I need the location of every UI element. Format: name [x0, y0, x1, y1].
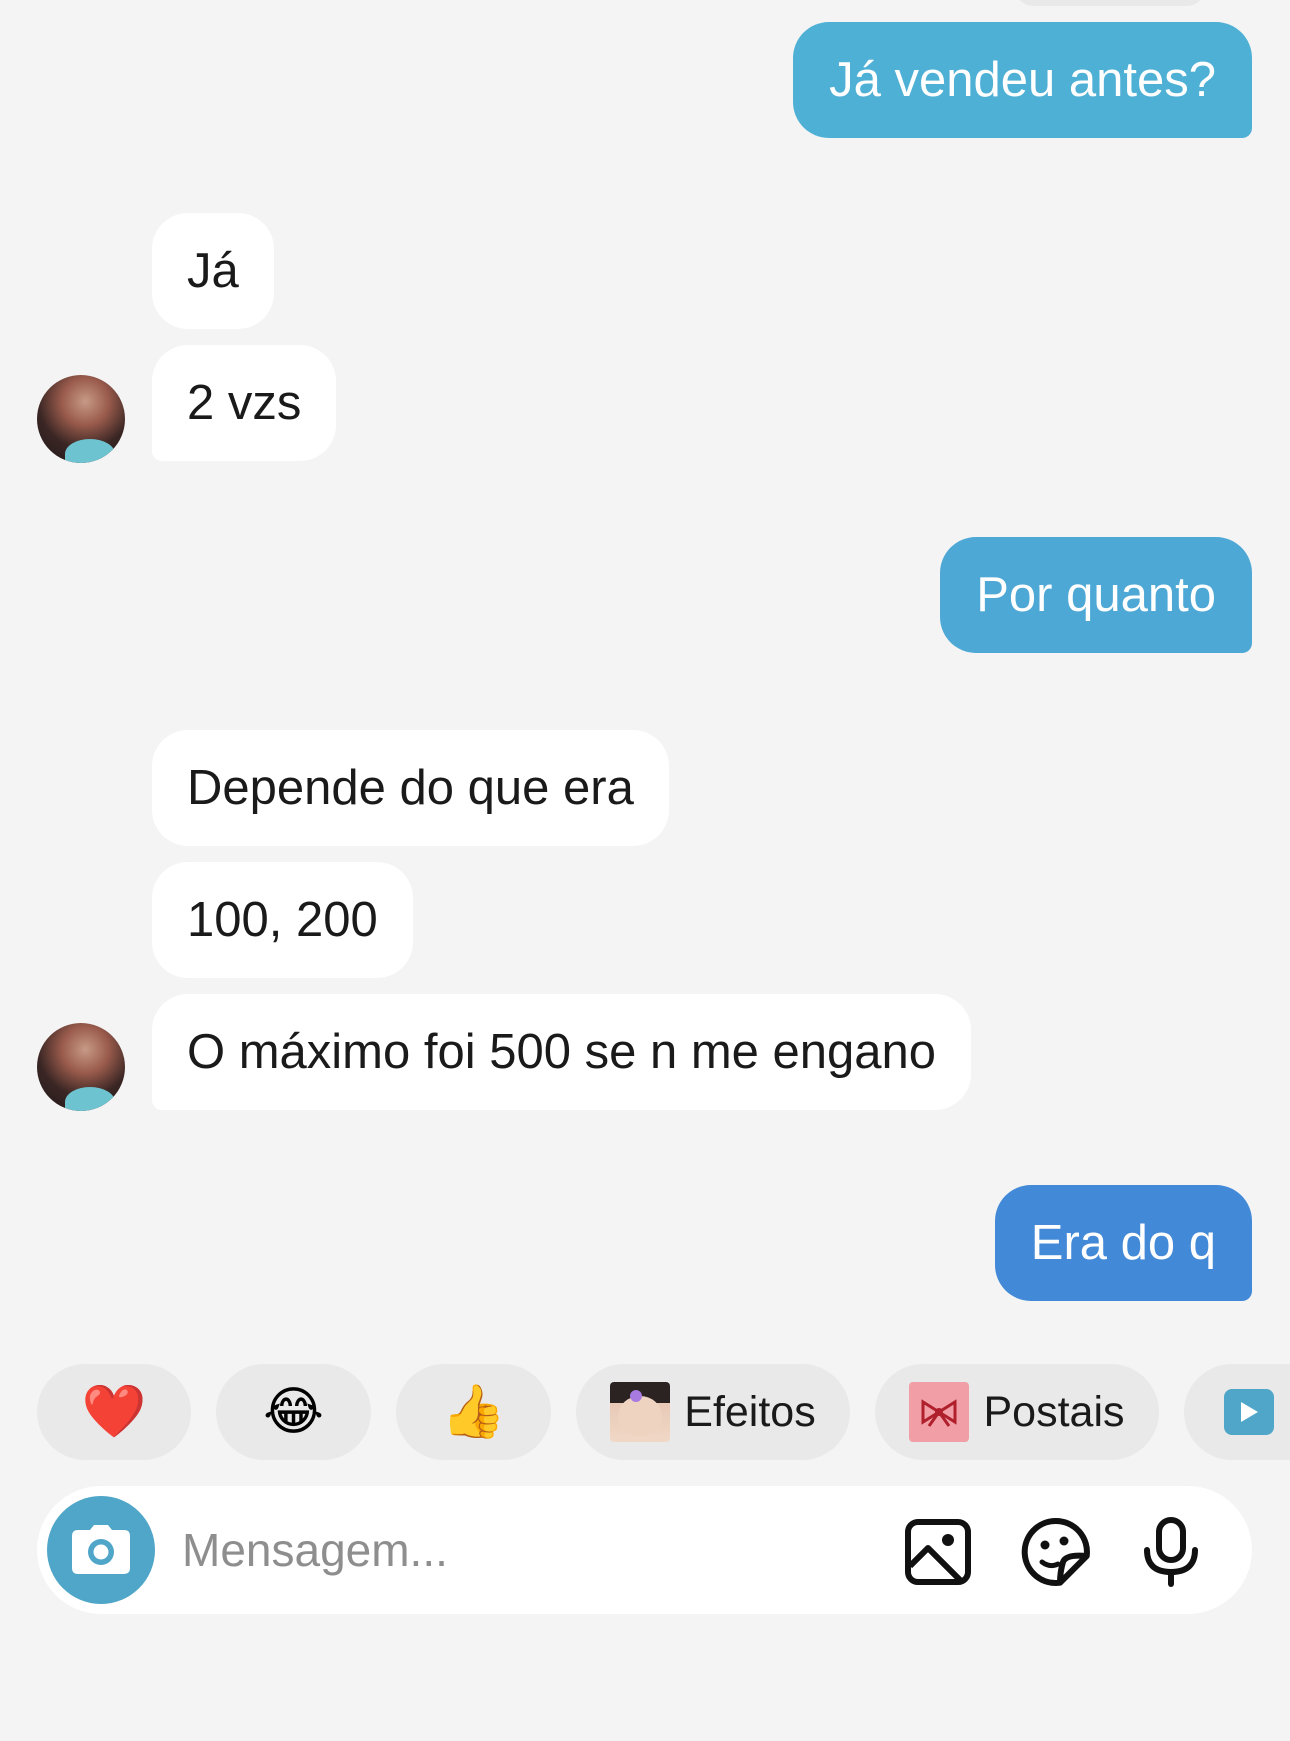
previous-message-edge	[1015, 0, 1205, 6]
thumbs-up-reaction-chip[interactable]: 👍	[396, 1364, 551, 1460]
laugh-reaction-chip[interactable]: 😂	[216, 1364, 371, 1460]
quick-actions-row: ❤️ 😂 👍 Efeitos Postais	[0, 1364, 1290, 1460]
more-effects-chip[interactable]	[1184, 1364, 1290, 1460]
outgoing-message[interactable]: Já vendeu antes?	[793, 22, 1252, 138]
outgoing-message[interactable]: Era do q	[994, 1185, 1252, 1301]
incoming-message[interactable]: 2 vzs	[152, 345, 337, 461]
message-composer	[37, 1486, 1252, 1614]
incoming-message[interactable]: Já	[152, 213, 274, 329]
sticker-icon[interactable]	[1020, 1516, 1092, 1588]
effects-chip[interactable]: Efeitos	[576, 1364, 850, 1460]
microphone-icon[interactable]	[1135, 1516, 1207, 1588]
postcards-label: Postais	[983, 1387, 1125, 1436]
outgoing-message[interactable]: Por quanto	[940, 537, 1252, 653]
incoming-message[interactable]: Depende do que era	[152, 730, 669, 846]
camera-button[interactable]	[47, 1496, 155, 1604]
incoming-message[interactable]: O máximo foi 500 se n me engano	[152, 994, 972, 1110]
ribbon-icon	[909, 1382, 970, 1442]
chat-screen: Já vendeu antes? Já 2 vzs Por quanto Dep…	[0, 0, 1290, 1741]
gallery-icon[interactable]	[902, 1516, 974, 1588]
heart-icon: ❤️	[81, 1383, 147, 1441]
effects-label: Efeitos	[684, 1387, 816, 1436]
effects-thumbnail	[610, 1382, 671, 1442]
message-input[interactable]	[182, 1510, 742, 1590]
contact-avatar[interactable]	[37, 1023, 125, 1111]
contact-avatar[interactable]	[37, 375, 125, 463]
heart-reaction-chip[interactable]: ❤️	[37, 1364, 191, 1460]
thumbs-up-icon: 👍	[441, 1383, 506, 1441]
incoming-message[interactable]: 100, 200	[152, 862, 413, 978]
postcards-chip[interactable]: Postais	[875, 1364, 1159, 1460]
laughing-face-icon: 😂	[263, 1383, 324, 1441]
play-icon	[1224, 1389, 1274, 1435]
camera-icon	[72, 1525, 130, 1574]
